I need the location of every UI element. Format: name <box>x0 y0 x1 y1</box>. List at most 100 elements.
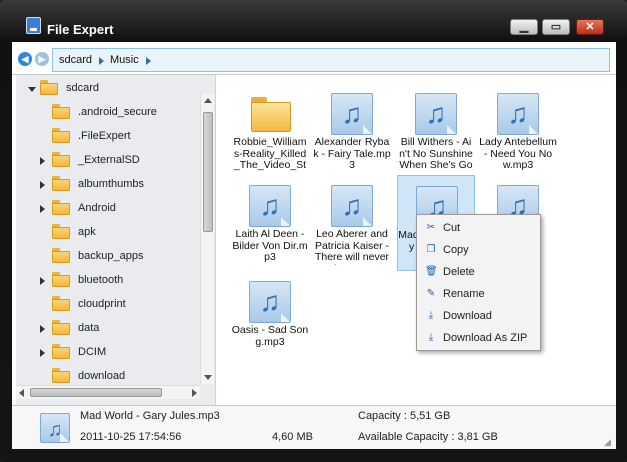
folder-body <box>52 131 70 143</box>
tree-item[interactable]: albumthumbs <box>16 173 202 197</box>
chevron-right-icon <box>99 57 104 65</box>
folder-body <box>40 83 58 95</box>
file-tile[interactable]: Robbie_Williams-Reality_Killed_The_Video… <box>231 83 309 179</box>
context-menu-item-copy[interactable]: ❐ Copy <box>418 239 539 261</box>
forward-button[interactable]: ▶ <box>35 52 49 66</box>
scroll-thumb[interactable] <box>203 112 213 232</box>
tree-item[interactable]: Android <box>16 197 202 221</box>
maximize-icon: ▭ <box>550 21 562 33</box>
scroll-up-icon[interactable] <box>204 98 212 103</box>
folder-body <box>52 155 70 167</box>
expand-closed-icon[interactable] <box>40 325 45 333</box>
folder-body <box>52 227 70 239</box>
folder-icon <box>52 296 70 311</box>
tree-horizontal-scrollbar[interactable] <box>16 385 200 399</box>
tree-item[interactable]: _ExternalSD <box>16 149 202 173</box>
context-menu-item-delete[interactable]: 🗑 Delete <box>418 261 539 283</box>
context-menu-label: Copy <box>443 244 469 256</box>
file-tile[interactable]: ♫ Leo Aberer and Patricia Kaiser - There … <box>313 175 391 271</box>
copy-icon: ❐ <box>426 244 436 255</box>
breadcrumb-item-sdcard[interactable]: sdcard <box>59 54 92 66</box>
page-fold <box>363 125 372 134</box>
expand-closed-icon[interactable] <box>40 181 45 189</box>
folder-body <box>52 107 70 119</box>
close-icon: ✕ <box>585 21 595 33</box>
folder-icon <box>52 152 70 167</box>
scroll-left-icon[interactable] <box>19 389 24 397</box>
scroll-right-icon[interactable] <box>192 389 197 397</box>
file-name: Alexander Rybak - Fairy Tale.mp3 <box>313 137 391 171</box>
breadcrumb-item-music[interactable]: Music <box>110 54 139 66</box>
tree-item-label: _ExternalSD <box>78 154 140 166</box>
tree-item-label: bluetooth <box>78 274 124 286</box>
scroll-down-icon[interactable] <box>204 375 212 380</box>
tree-item-label: apk <box>78 226 96 238</box>
file-name: Lady Antebellum - Need You Now.mp3 <box>479 137 557 171</box>
minimize-button[interactable]: ▁ <box>510 19 538 35</box>
close-button[interactable]: ✕ <box>576 19 604 35</box>
tree-item-label: cloudprint <box>78 298 126 310</box>
expand-closed-icon[interactable] <box>40 157 45 165</box>
expand-closed-icon[interactable] <box>40 349 45 357</box>
file-tile[interactable]: ♫ Lady Antebellum - Need You Now.mp3 <box>479 83 557 179</box>
music-file-icon: ♫ <box>249 281 291 323</box>
folder-body <box>52 323 70 335</box>
folder-icon <box>52 176 70 191</box>
tree-item-label: data <box>78 322 100 334</box>
folder-icon <box>52 128 70 143</box>
tree-item-label: backup_apps <box>78 250 144 262</box>
tree-item[interactable]: cloudprint <box>16 293 202 317</box>
folder-icon <box>52 320 70 335</box>
address-bar: ◀ ▶ sdcard Music <box>12 42 616 75</box>
breadcrumb[interactable]: sdcard Music <box>52 48 610 72</box>
folder-icon <box>52 224 70 239</box>
page-fold <box>281 313 290 322</box>
context-menu-item-cut[interactable]: ✂ Cut <box>418 217 539 239</box>
context-menu-item-download[interactable]: ⤓ Download <box>418 305 539 327</box>
resize-grip-icon[interactable]: ◢ <box>604 437 614 447</box>
tree-item-label: albumthumbs <box>78 178 145 190</box>
file-name: Robbie_Williams-Reality_Killed_The_Video… <box>233 137 307 173</box>
tree-item[interactable]: DCIM <box>16 341 202 365</box>
file-tile[interactable]: ♫ Oasis - Sad Song.mp3 <box>231 271 309 367</box>
context-menu-label: Cut <box>443 222 461 234</box>
folder-body <box>52 203 70 215</box>
tree-item[interactable]: .android_secure <box>16 101 202 125</box>
music-file-icon: ♫ <box>415 93 457 135</box>
tree-item[interactable]: data <box>16 317 202 341</box>
folder-body <box>52 179 70 191</box>
folder-tree: sdcard .android_secure .FileExpert _Externa… <box>16 75 216 405</box>
expand-open-icon[interactable] <box>28 87 36 92</box>
tree-item[interactable]: sdcard <box>16 77 202 101</box>
page-fold <box>447 125 456 134</box>
folder-icon <box>52 104 70 119</box>
file-tile[interactable]: ♫ Alexander Rybak - Fairy Tale.mp3 <box>313 83 391 179</box>
tree-item[interactable]: apk <box>16 221 202 245</box>
context-menu-item-rename[interactable]: ✎ Rename <box>418 283 539 305</box>
tree-item-label: .android_secure <box>78 106 157 118</box>
status-filename: Mad World - Gary Jules.mp3 <box>80 410 220 422</box>
context-menu-item-download-as-zip[interactable]: ⤓ Download As ZIP <box>418 327 539 349</box>
title-bar[interactable]: File Expert ▁ ▭ ✕ <box>0 0 627 44</box>
tree-item[interactable]: backup_apps <box>16 245 202 269</box>
folder-body <box>52 371 70 383</box>
scroll-thumb[interactable] <box>30 388 162 397</box>
music-file-icon: ♫ <box>497 93 539 135</box>
folder-body <box>52 275 70 287</box>
folder-icon <box>52 272 70 287</box>
file-name: Bill Withers - Ain't No Sunshine When Sh… <box>399 137 473 173</box>
expand-closed-icon[interactable] <box>40 205 45 213</box>
scissors-icon: ✂ <box>426 222 436 233</box>
expand-closed-icon[interactable] <box>40 277 45 285</box>
file-tile[interactable]: ♫ Bill Withers - Ain't No Sunshine When S… <box>397 83 475 179</box>
context-menu: ✂ Cut ❐ Copy 🗑 Delete ✎ Rename ⤓ Download ⤓ Downloa… <box>416 214 541 351</box>
music-file-icon: ♫ <box>331 185 373 227</box>
back-button[interactable]: ◀ <box>18 52 32 66</box>
tree-item[interactable]: .FileExpert <box>16 125 202 149</box>
folder-body <box>52 251 70 263</box>
tree-vertical-scrollbar[interactable] <box>200 94 214 384</box>
file-tile[interactable]: ♫ Laith Al Deen - Bilder Von Dir.mp3 <box>231 175 309 271</box>
maximize-button[interactable]: ▭ <box>542 19 570 35</box>
page-fold <box>281 217 290 226</box>
tree-item[interactable]: bluetooth <box>16 269 202 293</box>
